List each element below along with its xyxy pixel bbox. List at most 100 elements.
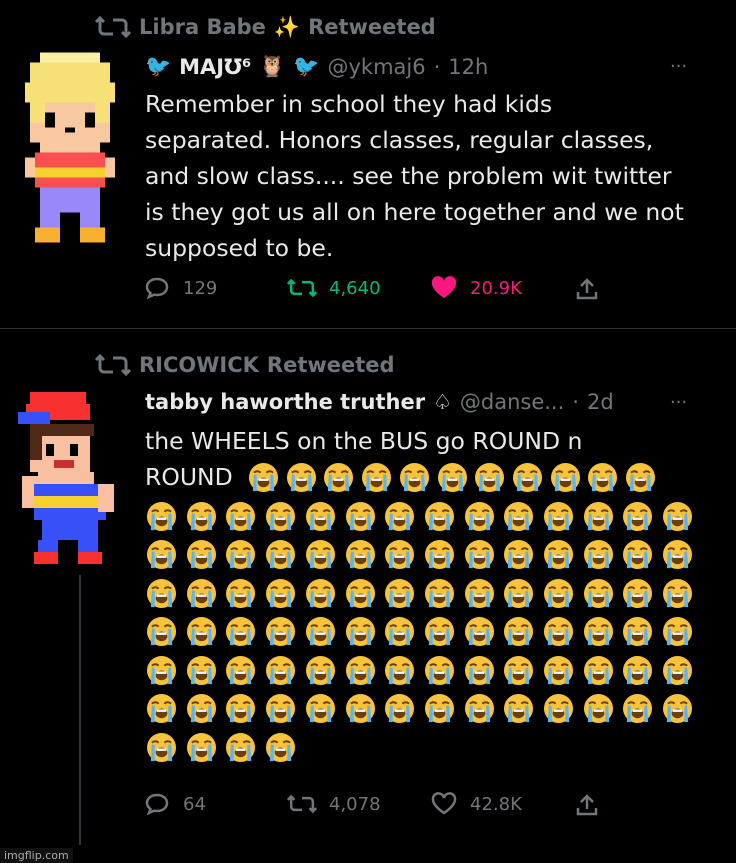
- twitter-bird-icon: 🐦: [145, 54, 172, 78]
- more-options-icon[interactable]: ···: [670, 56, 687, 77]
- like-button[interactable]: 20.9K: [430, 276, 522, 300]
- loudly-crying-face-icon: [305, 693, 335, 724]
- loudly-crying-face-icon: [345, 616, 375, 647]
- reply-button[interactable]: 129: [145, 276, 217, 300]
- loudly-crying-face-icon: [146, 501, 177, 531]
- loudly-crying-face-icon: [583, 578, 613, 608]
- loudly-crying-face-icon: [226, 578, 256, 608]
- loudly-crying-face-icon: [464, 655, 494, 685]
- loudly-crying-face-icon: [385, 693, 415, 724]
- avatar[interactable]: [20, 52, 120, 248]
- tweet-text: Remember in school they had kids separat…: [145, 86, 684, 266]
- reply-icon: [145, 277, 169, 300]
- loudly-crying-face-icon: [663, 501, 693, 531]
- loudly-crying-face-icon: [385, 501, 415, 531]
- loudly-crying-face-icon: [186, 616, 216, 647]
- reply-button[interactable]: 64: [145, 792, 206, 816]
- retweeted-label: Retweeted: [308, 15, 436, 39]
- tweet-header: 🐦 MAJƱ⁶ 🦉 🐦 @ykmaj6 · 12h: [145, 54, 488, 79]
- loudly-crying-face-icon: [385, 578, 415, 608]
- author-name[interactable]: tabby haworthe truther: [145, 390, 425, 414]
- loudly-crying-face-icon: [226, 539, 256, 570]
- separator-dot: ·: [572, 390, 579, 414]
- loudly-crying-face-icon: [424, 655, 454, 685]
- loudly-crying-face-icon: [266, 693, 296, 724]
- divider: [0, 328, 736, 329]
- reply-count: 64: [183, 793, 206, 815]
- loudly-crying-face-icon: [663, 539, 693, 570]
- retweet-icon: [95, 353, 131, 377]
- loudly-crying-face-icon: [543, 578, 574, 608]
- loudly-crying-face-icon: [345, 578, 375, 608]
- loudly-crying-face-icon: [146, 655, 177, 685]
- loudly-crying-face-icon: [464, 578, 494, 608]
- tweet-text-line: the WHEELS on the BUS go ROUND n: [145, 427, 583, 455]
- loudly-crying-face-icon: [186, 693, 216, 724]
- loudly-crying-face-icon: [504, 693, 534, 724]
- loudly-crying-face-icon: [543, 616, 574, 647]
- loudly-crying-face-icon: [186, 501, 216, 531]
- loudly-crying-face-icon: [385, 655, 415, 685]
- loudly-crying-face-icon: [663, 578, 693, 608]
- like-count: 20.9K: [470, 277, 522, 299]
- loudly-crying-face-icon: [663, 655, 693, 685]
- like-count: 42.8K: [470, 793, 522, 815]
- retweet-context: Libra Babe ✨ Retweeted: [95, 14, 436, 40]
- heart-filled-icon: [431, 276, 457, 298]
- author-handle[interactable]: @ykmaj6: [327, 55, 425, 79]
- like-button[interactable]: 42.8K: [430, 792, 522, 816]
- loudly-crying-face-icon: [226, 693, 256, 724]
- retweet-button[interactable]: 4,640: [287, 276, 381, 300]
- loudly-crying-face-icon: [345, 655, 375, 685]
- author-handle[interactable]: @danse...: [460, 390, 564, 414]
- loudly-crying-face-icon: [583, 616, 613, 647]
- loudly-crying-face-icon: [583, 655, 613, 685]
- owl-emoji-icon: 🦉: [259, 54, 286, 78]
- loudly-crying-face-icon: [663, 693, 693, 724]
- loudly-crying-face-icon: [305, 655, 335, 685]
- loudly-crying-face-icon: [626, 462, 656, 493]
- loudly-crying-face-icon: [464, 501, 494, 531]
- tweet-text-line: supposed to be.: [145, 234, 334, 262]
- loudly-crying-face-icon: [186, 655, 216, 685]
- share-icon[interactable]: [576, 277, 598, 301]
- retweet-button[interactable]: 4,078: [287, 792, 381, 816]
- loudly-crying-face-icon: [504, 655, 534, 685]
- heart-outline-icon: [431, 792, 457, 815]
- more-options-icon[interactable]: ···: [670, 392, 687, 413]
- separator-dot: ·: [433, 54, 441, 79]
- loudly-crying-face-icon: [424, 578, 454, 608]
- watermark: imgflip.com: [0, 848, 73, 863]
- loudly-crying-face-icon: [424, 693, 454, 724]
- loudly-crying-face-icon: [504, 616, 534, 647]
- author-name[interactable]: MAJƱ⁶: [179, 55, 251, 79]
- loudly-crying-face-icon: [583, 501, 613, 531]
- loudly-crying-face-icon: [623, 655, 653, 685]
- share-icon[interactable]: [576, 793, 598, 817]
- loudly-crying-face-icon: [424, 501, 454, 531]
- loudly-crying-face-icon: [305, 501, 335, 531]
- retweeted-by-name[interactable]: Libra Babe: [139, 15, 266, 39]
- retweet-count: 4,640: [329, 277, 381, 299]
- loudly-crying-face-icon: [464, 693, 494, 724]
- loudly-crying-face-icon: [266, 578, 296, 608]
- loudly-crying-face-icon: [266, 732, 296, 762]
- loudly-crying-face-icon: [385, 616, 415, 647]
- retweet-icon: [287, 794, 317, 814]
- tweet-text-line: Remember in school they had kids: [145, 90, 553, 118]
- tweet-header: tabby haworthe truther ♤ @danse... · 2d: [145, 390, 614, 414]
- tweet-time[interactable]: 2d: [587, 390, 614, 414]
- retweet-context: RICOWICK Retweeted: [95, 352, 395, 378]
- retweeted-by-name[interactable]: RICOWICK: [139, 353, 259, 377]
- reply-icon: [145, 793, 169, 816]
- tweet-time[interactable]: 12h: [448, 55, 488, 79]
- avatar[interactable]: [18, 392, 122, 572]
- reply-count: 129: [183, 277, 218, 299]
- loudly-crying-face-icon: [385, 539, 415, 570]
- loudly-crying-face-icon: [186, 539, 216, 570]
- retweet-count: 4,078: [329, 793, 381, 815]
- loudly-crying-face-icon: [146, 693, 177, 724]
- loudly-crying-face-icon: [623, 578, 653, 608]
- loudly-crying-face-icon: [543, 539, 574, 570]
- loudly-crying-face-icon: [583, 693, 613, 724]
